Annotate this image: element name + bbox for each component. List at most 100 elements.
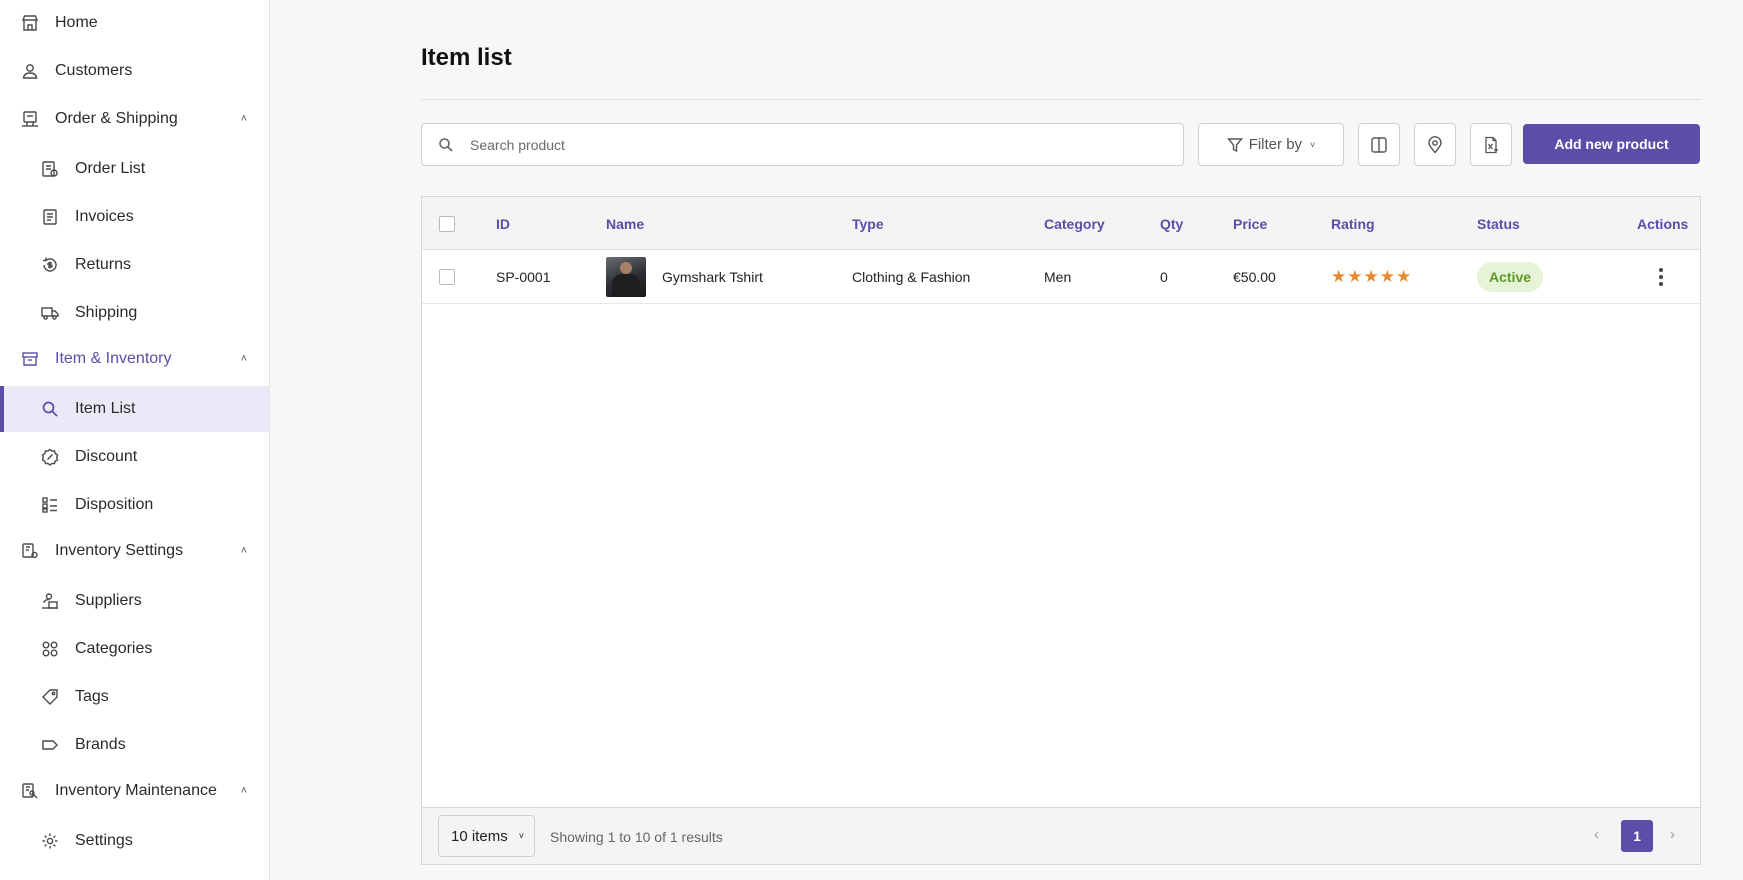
sidebar-item-label: Order List [75,160,146,177]
column-header-qty[interactable]: Qty [1160,197,1183,250]
filter-label: Filter by [1248,136,1303,153]
export-button[interactable] [1470,123,1512,166]
sidebar-item-label: Invoices [75,208,134,225]
categories-icon [40,639,60,659]
tag-icon [40,687,60,707]
sidebar-group-inventory-maintenance[interactable]: Inventory Maintenance ˄ [0,768,269,814]
sidebar-item-label: Brands [75,736,126,753]
previous-page-icon[interactable]: ‹ [1594,826,1599,843]
product-thumbnail [606,256,646,297]
sidebar-item-tags[interactable]: Tags [0,674,269,720]
sidebar-item-label: Settings [75,832,133,849]
gear-icon [40,831,60,851]
sidebar-item-returns[interactable]: Returns [0,242,269,288]
sidebar: Home Customers Order & Shipping ˄ Order … [0,0,270,880]
chevron-up-icon[interactable]: ˄ [241,353,247,365]
filter-button[interactable]: Filter by ˅ [1198,123,1344,166]
search-box[interactable] [421,123,1184,166]
sidebar-group-label: Inventory Settings [55,542,184,559]
chevron-up-icon[interactable]: ˄ [241,785,247,797]
search-icon [438,137,454,153]
sidebar-item-invoices[interactable]: Invoices [0,194,269,240]
per-page-value: 10 items [451,827,508,845]
column-header-rating[interactable]: Rating [1331,197,1375,250]
truck-icon [40,303,60,323]
sidebar-item-label: Returns [75,256,132,273]
column-header-name[interactable]: Name [606,197,644,250]
cell-category: Men [1044,268,1072,285]
column-header-category[interactable]: Category [1044,197,1105,250]
columns-toggle-button[interactable] [1358,123,1400,166]
sidebar-item-label: Item List [75,400,136,417]
maintenance-icon [20,781,40,801]
row-checkbox[interactable] [439,268,455,285]
table-footer: 10 items ˅ Showing 1 to 10 of 1 results … [421,808,1701,865]
sidebar-item-disposition[interactable]: Disposition [0,482,269,528]
location-button[interactable] [1414,123,1456,166]
per-page-select[interactable]: 10 items ˅ [438,815,535,857]
sidebar-item-label: Suppliers [75,592,142,609]
chevron-up-icon[interactable]: ˄ [241,545,247,557]
sidebar-item-home[interactable]: Home [0,0,269,46]
sidebar-group-label: Order & Shipping [55,110,178,127]
sidebar-item-item-list[interactable]: Item List [0,386,269,432]
cell-type: Clothing & Fashion [852,268,971,285]
sidebar-item-customers[interactable]: Customers [0,48,269,94]
supplier-icon [40,591,60,611]
cell-id: SP-0001 [496,268,551,285]
truck-box-icon [20,109,40,129]
sidebar-item-categories[interactable]: Categories [0,626,269,672]
column-header-id[interactable]: ID [496,197,510,250]
cell-rating: ★★★★★ [1331,250,1412,303]
page-title: Item list [421,44,512,71]
inventory-settings-icon [20,541,40,561]
more-actions-icon[interactable] [1655,264,1667,290]
sidebar-item-discount[interactable]: Discount [0,434,269,480]
search-input[interactable] [470,136,1141,153]
sidebar-item-shipping[interactable]: Shipping [0,290,269,336]
status-badge: Active [1477,261,1544,292]
star-rating: ★★★★★ [1331,266,1413,286]
cell-qty: 0 [1160,268,1168,285]
chevron-up-icon[interactable]: ˄ [241,113,247,125]
sidebar-item-label: Home [55,14,98,31]
sidebar-group-inventory-settings[interactable]: Inventory Settings ˄ [0,528,269,574]
store-icon [20,13,40,33]
select-all-cell [439,197,455,250]
sidebar-group-order-shipping[interactable]: Order & Shipping ˄ [0,96,269,142]
column-header-price[interactable]: Price [1233,197,1267,250]
sidebar-item-order-list[interactable]: Order List [0,146,269,192]
sidebar-group-label: Inventory Maintenance [55,782,217,799]
sidebar-item-label: Categories [75,640,153,657]
column-header-type[interactable]: Type [852,197,884,250]
sidebar-item-label: Disposition [75,496,154,513]
next-page-icon[interactable]: › [1670,826,1675,843]
page-number-button[interactable]: 1 [1621,820,1653,852]
cell-actions [1655,250,1667,303]
table-header: ID Name Type Category Qty Price Rating S… [422,197,1700,250]
cell-name: Gymshark Tshirt [606,250,763,303]
discount-badge-icon [40,447,60,467]
select-all-checkbox[interactable] [439,215,455,232]
row-select-cell [439,250,455,303]
item-table: ID Name Type Category Qty Price Rating S… [421,196,1701,808]
sidebar-item-settings[interactable]: Settings [0,818,269,864]
results-summary: Showing 1 to 10 of 1 results [550,828,723,845]
header-divider [421,99,1701,100]
sidebar-item-suppliers[interactable]: Suppliers [0,578,269,624]
column-header-status[interactable]: Status [1477,197,1520,250]
order-list-icon [40,159,60,179]
columns-icon [1370,136,1388,154]
sidebar-group-item-inventory[interactable]: Item & Inventory ˄ [0,336,269,382]
column-header-actions: Actions [1637,215,1689,232]
label-tag-icon [40,735,60,755]
table-row[interactable]: SP-0001 Gymshark Tshirt Clothing & Fashi… [422,250,1700,304]
export-file-icon [1482,136,1500,154]
add-product-button[interactable]: Add new product [1523,124,1700,164]
sidebar-group-label: Item & Inventory [55,350,172,367]
cell-price: €50.00 [1233,268,1276,285]
product-name[interactable]: Gymshark Tshirt [662,269,763,285]
chevron-down-icon: ˅ [1310,139,1316,150]
sidebar-item-label: Discount [75,448,138,465]
sidebar-item-brands[interactable]: Brands [0,722,269,768]
